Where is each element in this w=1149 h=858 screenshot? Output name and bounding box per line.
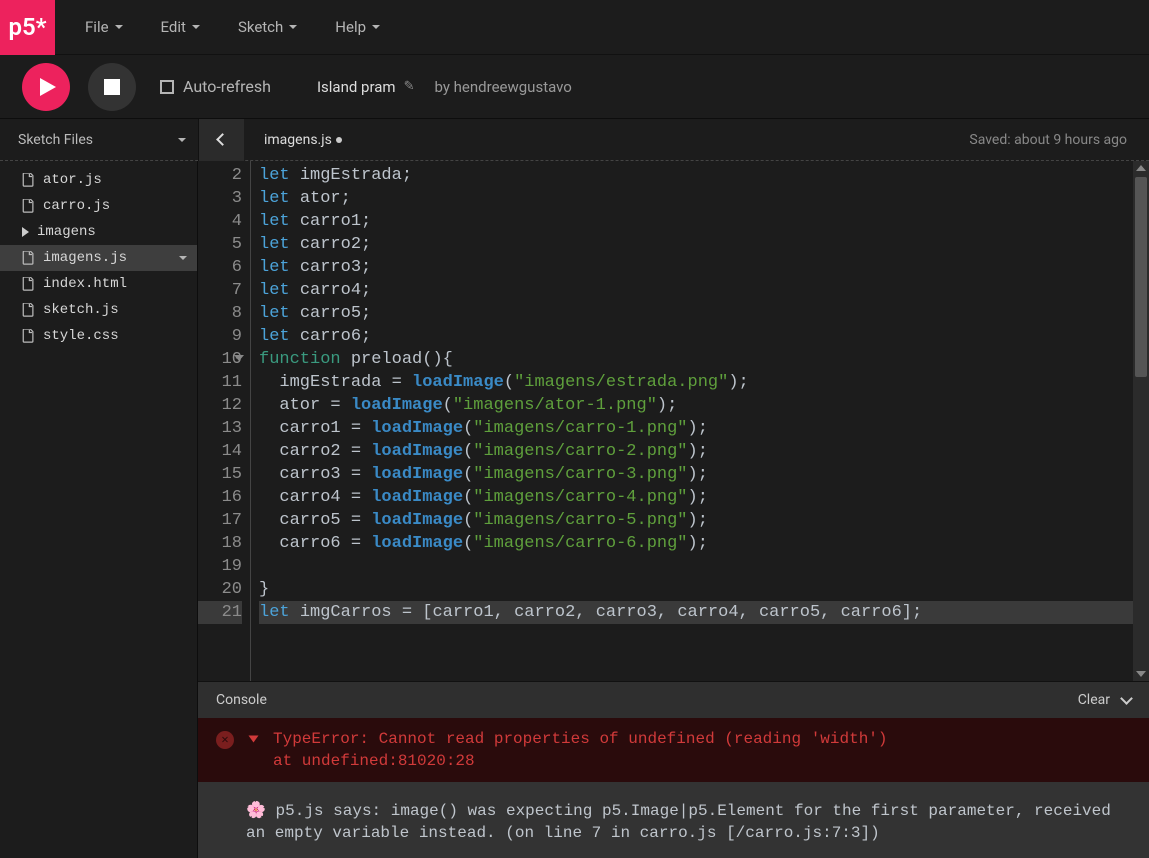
chevron-down-icon: [115, 25, 123, 29]
menu-file[interactable]: File: [85, 18, 123, 36]
collapse-sidebar-button[interactable]: [198, 119, 244, 161]
file-tree: ator.jscarro.jsimagensimagens.jsindex.ht…: [0, 161, 198, 858]
code-line[interactable]: let imgEstrada;: [259, 164, 1149, 187]
current-file-tab[interactable]: imagens.js: [244, 132, 362, 148]
file-index-html[interactable]: index.html: [0, 271, 197, 297]
code-editor[interactable]: 23456789101112131415161718192021 let img…: [198, 161, 1149, 681]
menu-help[interactable]: Help: [335, 18, 380, 36]
file-icon: [22, 329, 35, 343]
unsaved-dot-icon: [336, 137, 342, 143]
chevron-down-icon: [372, 25, 380, 29]
play-icon: [40, 78, 56, 96]
console-panel: Console Clear ✕ TypeError: Cannot read p…: [198, 681, 1149, 858]
error-icon: ✕: [216, 731, 234, 749]
file-icon: [22, 277, 35, 291]
toolbar: Auto-refresh Island pram ✎ by hendreewgu…: [0, 55, 1149, 119]
code-line[interactable]: carro6 = loadImage("imagens/carro-6.png"…: [259, 532, 1149, 555]
code-line[interactable]: let carro6;: [259, 325, 1149, 348]
code-line[interactable]: }: [259, 578, 1149, 601]
file-style-css[interactable]: style.css: [0, 323, 197, 349]
workbar: Sketch Files imagens.js Saved: about 9 h…: [0, 119, 1149, 161]
play-button[interactable]: [22, 63, 70, 111]
auto-refresh-label: Auto-refresh: [183, 77, 271, 96]
file-carro-js[interactable]: carro.js: [0, 193, 197, 219]
code-line[interactable]: carro1 = loadImage("imagens/carro-1.png"…: [259, 417, 1149, 440]
p5-logo: p5*: [0, 0, 55, 55]
code-line[interactable]: carro2 = loadImage("imagens/carro-2.png"…: [259, 440, 1149, 463]
file-imagens-js[interactable]: imagens.js: [0, 245, 197, 271]
console-label: Console: [216, 692, 267, 708]
project-name-text: Island pram: [317, 78, 396, 96]
file-icon: [22, 173, 35, 187]
code-line[interactable]: let carro3;: [259, 256, 1149, 279]
console-error: ✕ TypeError: Cannot read properties of u…: [198, 718, 1149, 782]
chevron-down-icon[interactable]: [1120, 692, 1133, 705]
code-line[interactable]: let ator;: [259, 187, 1149, 210]
file-icon: [22, 251, 35, 265]
scroll-up-icon[interactable]: [1136, 165, 1146, 171]
line-gutter: 23456789101112131415161718192021: [198, 161, 250, 681]
by-label: by hendreewgustavo: [434, 78, 571, 96]
clear-button[interactable]: Clear: [1078, 692, 1110, 708]
menu-sketch[interactable]: Sketch: [238, 18, 297, 36]
scrollbar[interactable]: [1133, 161, 1149, 681]
fold-icon[interactable]: [234, 355, 244, 361]
menubar: p5* File Edit Sketch Help: [0, 0, 1149, 55]
file-sketch-js[interactable]: sketch.js: [0, 297, 197, 323]
code-line[interactable]: [259, 555, 1149, 578]
collapse-icon[interactable]: [249, 736, 259, 743]
code-line[interactable]: let carro4;: [259, 279, 1149, 302]
sketch-files-header[interactable]: Sketch Files: [0, 119, 198, 160]
chevron-down-icon: [192, 25, 200, 29]
author-link[interactable]: hendreewgustavo: [454, 78, 572, 96]
folder-icon: [22, 227, 29, 237]
chevron-down-icon: [178, 138, 186, 142]
code-line[interactable]: carro5 = loadImage("imagens/carro-5.png"…: [259, 509, 1149, 532]
save-status: Saved: about 9 hours ago: [969, 132, 1149, 148]
menu-edit[interactable]: Edit: [161, 18, 200, 36]
edit-icon[interactable]: ✎: [404, 79, 415, 94]
code-line[interactable]: let carro2;: [259, 233, 1149, 256]
chevron-down-icon: [289, 25, 297, 29]
error-location: at undefined:81020:28: [273, 750, 888, 772]
stop-button[interactable]: [88, 63, 136, 111]
file-icon: [22, 303, 35, 317]
chevron-down-icon[interactable]: [179, 256, 187, 260]
code-line[interactable]: let carro5;: [259, 302, 1149, 325]
code-line[interactable]: imgEstrada = loadImage("imagens/estrada.…: [259, 371, 1149, 394]
auto-refresh-toggle[interactable]: Auto-refresh: [160, 77, 271, 96]
chevron-left-icon: [216, 133, 229, 146]
console-warning: 🌸 p5.js says: image() was expecting p5.I…: [198, 782, 1149, 858]
code-line[interactable]: function preload(){: [259, 348, 1149, 371]
checkbox-icon[interactable]: [160, 80, 174, 94]
code-line[interactable]: ator = loadImage("imagens/ator-1.png");: [259, 394, 1149, 417]
code-line[interactable]: carro3 = loadImage("imagens/carro-3.png"…: [259, 463, 1149, 486]
stop-icon: [104, 79, 120, 95]
code-line[interactable]: let imgCarros = [carro1, carro2, carro3,…: [259, 601, 1149, 624]
scrollbar-thumb[interactable]: [1135, 177, 1147, 377]
scroll-down-icon[interactable]: [1136, 671, 1146, 677]
code-line[interactable]: let carro1;: [259, 210, 1149, 233]
file-icon: [22, 199, 35, 213]
file-imagens[interactable]: imagens: [0, 219, 197, 245]
error-message: TypeError: Cannot read properties of und…: [273, 728, 888, 750]
project-name[interactable]: Island pram ✎: [317, 78, 415, 96]
code-line[interactable]: carro4 = loadImage("imagens/carro-4.png"…: [259, 486, 1149, 509]
file-ator-js[interactable]: ator.js: [0, 167, 197, 193]
